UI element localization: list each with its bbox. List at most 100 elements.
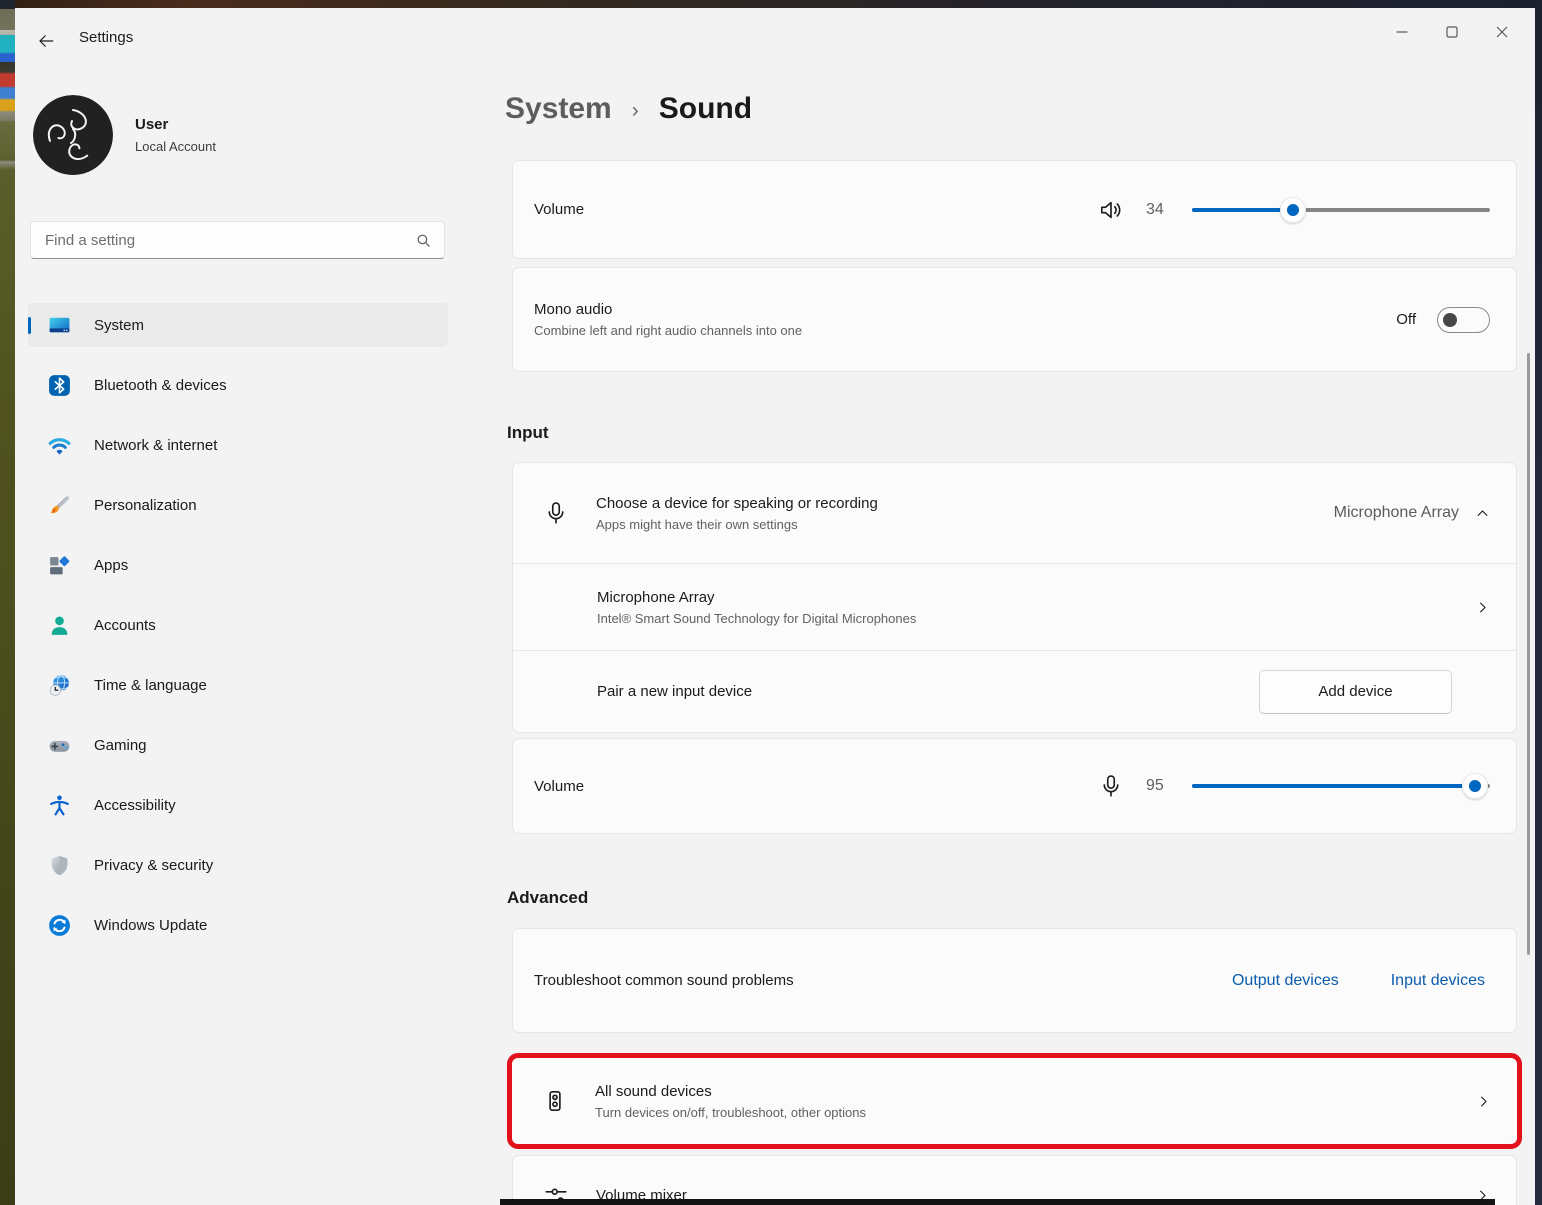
mono-audio-toggle[interactable] xyxy=(1437,307,1490,333)
input-volume-slider[interactable] xyxy=(1192,772,1490,800)
sidebar-item-label: Time & language xyxy=(94,677,207,694)
slider-thumb[interactable] xyxy=(1462,773,1488,799)
input-volume-value: 95 xyxy=(1146,777,1182,795)
all-sound-devices-subtitle: Turn devices on/off, troubleshoot, other… xyxy=(595,1105,1476,1120)
sidebar-item-gaming[interactable]: Gaming xyxy=(28,723,448,767)
breadcrumb: System › Sound xyxy=(505,92,752,126)
all-sound-devices-row[interactable]: All sound devices Turn devices on/off, t… xyxy=(512,1058,1517,1144)
update-icon xyxy=(47,913,72,938)
search-input[interactable] xyxy=(45,232,415,249)
sidebar-item-label: Accessibility xyxy=(94,797,176,814)
slider-fill xyxy=(1192,784,1475,788)
sidebar-item-apps[interactable]: Apps xyxy=(28,543,448,587)
accessibility-person-icon xyxy=(47,793,72,818)
output-devices-link[interactable]: Output devices xyxy=(1232,972,1339,990)
advanced-section-header: Advanced xyxy=(507,888,588,908)
slider-thumb[interactable] xyxy=(1280,197,1306,223)
chevron-up-icon[interactable] xyxy=(1475,506,1490,521)
desktop-left-edge xyxy=(0,0,15,1205)
sidebar-item-accounts[interactable]: Accounts xyxy=(28,603,448,647)
microphone-icon xyxy=(543,500,569,526)
output-volume-control: 34 xyxy=(1098,196,1490,224)
chevron-right-icon xyxy=(1476,1094,1491,1109)
breadcrumb-parent[interactable]: System xyxy=(505,92,612,126)
close-button[interactable] xyxy=(1477,12,1527,52)
maximize-icon xyxy=(1445,25,1459,39)
volume-mixer-row[interactable]: Volume mixer xyxy=(513,1156,1516,1205)
mono-audio-title: Mono audio xyxy=(534,301,1396,318)
paintbrush-icon xyxy=(47,493,72,518)
window-controls xyxy=(1377,12,1527,52)
account-card[interactable]: User Local Account xyxy=(33,95,216,175)
sidebar-item-label: Apps xyxy=(94,557,128,574)
sidebar: User Local Account xyxy=(15,64,477,1205)
sidebar-item-label: Gaming xyxy=(94,737,147,754)
input-devices-link[interactable]: Input devices xyxy=(1391,972,1485,990)
input-group-card: Choose a device for speaking or recordin… xyxy=(512,462,1517,733)
settings-window: Settings xyxy=(15,8,1535,1205)
sidebar-item-time-language[interactable]: Time & language xyxy=(28,663,448,707)
account-text: User Local Account xyxy=(135,116,216,154)
sidebar-item-personalization[interactable]: Personalization xyxy=(28,483,448,527)
account-type: Local Account xyxy=(135,139,216,154)
titlebar: Settings xyxy=(15,8,1535,64)
microphone-array-title: Microphone Array xyxy=(597,589,1475,606)
window-behind-bottom-edge xyxy=(500,1199,1495,1205)
input-device-selector-row[interactable]: Choose a device for speaking or recordin… xyxy=(513,463,1516,563)
search-icon xyxy=(415,232,432,249)
sidebar-item-label: Bluetooth & devices xyxy=(94,377,227,394)
bluetooth-icon xyxy=(47,373,72,398)
pair-input-device-row: Pair a new input device Add device xyxy=(513,650,1516,732)
breadcrumb-separator: › xyxy=(632,99,639,123)
globe-clock-icon xyxy=(47,673,72,698)
input-volume-card: Volume 95 xyxy=(512,738,1517,834)
minimize-icon xyxy=(1395,25,1409,39)
scrollbar[interactable] xyxy=(1527,353,1530,955)
speaker-box-icon xyxy=(542,1088,568,1114)
pair-device-label: Pair a new input device xyxy=(597,683,1259,700)
slider-fill xyxy=(1192,208,1293,212)
choose-device-subtitle: Apps might have their own settings xyxy=(596,517,1334,532)
sidebar-item-label: Privacy & security xyxy=(94,857,213,874)
output-volume-slider[interactable] xyxy=(1192,196,1490,224)
input-section-header: Input xyxy=(507,423,549,443)
sidebar-item-network-internet[interactable]: Network & internet xyxy=(28,423,448,467)
choose-device-title: Choose a device for speaking or recordin… xyxy=(596,495,1334,512)
back-button[interactable] xyxy=(29,26,63,56)
apps-icon xyxy=(47,553,72,578)
microphone-array-row[interactable]: Microphone Array Intel® Smart Sound Tech… xyxy=(513,563,1516,650)
sidebar-item-label: Accounts xyxy=(94,617,156,634)
annotation-highlight-box: All sound devices Turn devices on/off, t… xyxy=(507,1053,1522,1149)
desktop-right-edge xyxy=(1535,0,1542,1205)
sidebar-item-label: System xyxy=(94,317,144,334)
mono-audio-state: Off xyxy=(1396,311,1416,328)
search-box[interactable] xyxy=(30,221,445,259)
mono-audio-toggle-group: Off xyxy=(1396,307,1490,333)
sidebar-item-label: Windows Update xyxy=(94,917,207,934)
sidebar-item-system[interactable]: System xyxy=(28,303,448,347)
sidebar-item-label: Network & internet xyxy=(94,437,217,454)
volume-mixer-card: Volume mixer xyxy=(512,1155,1517,1205)
maximize-button[interactable] xyxy=(1427,12,1477,52)
mono-audio-subtitle: Combine left and right audio channels in… xyxy=(534,323,1396,338)
shield-icon xyxy=(47,853,72,878)
microphone-small-icon[interactable] xyxy=(1098,773,1124,799)
sidebar-item-accessibility[interactable]: Accessibility xyxy=(28,783,448,827)
troubleshoot-links: Output devices Input devices xyxy=(1232,972,1485,990)
system-icon xyxy=(47,313,72,338)
app-title: Settings xyxy=(79,29,133,46)
speaker-icon[interactable] xyxy=(1098,197,1124,223)
page-title: Sound xyxy=(659,92,752,126)
add-device-button[interactable]: Add device xyxy=(1259,670,1452,714)
settings-nav: System Bluetooth & devices xyxy=(28,303,448,963)
sidebar-item-privacy-security[interactable]: Privacy & security xyxy=(28,843,448,887)
sidebar-item-bluetooth-devices[interactable]: Bluetooth & devices xyxy=(28,363,448,407)
all-sound-devices-title: All sound devices xyxy=(595,1083,1476,1100)
person-icon xyxy=(47,613,72,638)
sidebar-item-windows-update[interactable]: Windows Update xyxy=(28,903,448,947)
account-name: User xyxy=(135,116,216,133)
troubleshoot-card: Troubleshoot common sound problems Outpu… xyxy=(512,928,1517,1033)
minimize-button[interactable] xyxy=(1377,12,1427,52)
output-volume-card: Volume 34 xyxy=(512,160,1517,259)
gamepad-icon xyxy=(47,733,72,758)
